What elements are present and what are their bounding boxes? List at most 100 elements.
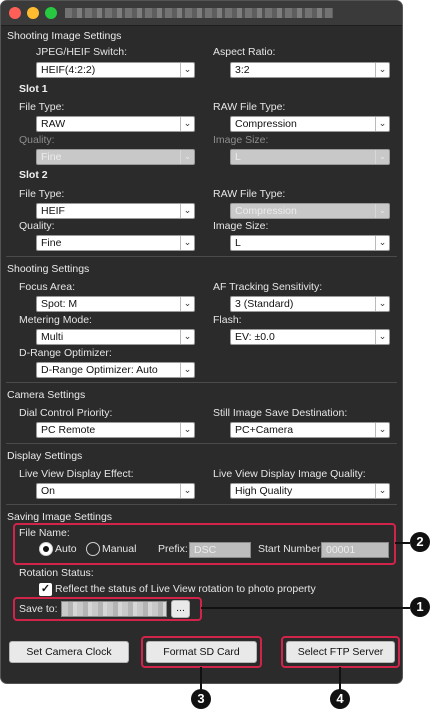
set-camera-clock-button[interactable]: Set Camera Clock bbox=[9, 641, 129, 663]
rotation-checkbox-label: Reflect the status of Live View rotation… bbox=[55, 583, 316, 595]
slot2-quality-label: Quality: bbox=[19, 220, 55, 232]
chevron-down-icon: ⌄ bbox=[180, 484, 194, 498]
chevron-down-icon: ⌄ bbox=[375, 117, 389, 131]
section-divider bbox=[6, 382, 397, 383]
rotation-status-label: Rotation Status: bbox=[19, 567, 94, 579]
callout-3-leader bbox=[200, 667, 202, 690]
af-tracking-select[interactable]: 3 (Standard) ⌄ bbox=[230, 296, 390, 312]
callout-4-badge: 4 bbox=[330, 689, 350, 709]
metering-value: Multi bbox=[41, 331, 64, 343]
slot1-raw-type-value: Compression bbox=[235, 118, 297, 130]
jpeg-heif-label: JPEG/HEIF Switch: bbox=[36, 46, 128, 58]
save-to-label: Save to: bbox=[19, 603, 58, 615]
save-destination-select[interactable]: PC+Camera ⌄ bbox=[230, 422, 390, 438]
section-divider bbox=[6, 443, 397, 444]
chevron-down-icon: ⌄ bbox=[375, 236, 389, 250]
slot2-raw-type-select: Compression ⌄ bbox=[230, 203, 390, 219]
slot2-raw-type-value: Compression bbox=[235, 205, 297, 217]
af-tracking-label: AF Tracking Sensitivity: bbox=[213, 281, 323, 293]
slot1-quality-select: Fine ⌄ bbox=[36, 149, 195, 165]
dro-select[interactable]: D-Range Optimizer: Auto ⌄ bbox=[36, 362, 195, 378]
manual-radio[interactable] bbox=[86, 542, 100, 556]
title-bar bbox=[1, 1, 402, 26]
jpeg-heif-select[interactable]: HEIF(4:2:2) ⌄ bbox=[36, 62, 195, 78]
lv-quality-select[interactable]: High Quality ⌄ bbox=[230, 483, 390, 499]
focus-area-select[interactable]: Spot: M ⌄ bbox=[36, 296, 195, 312]
chevron-down-icon: ⌄ bbox=[180, 204, 194, 218]
focus-area-value: Spot: M bbox=[41, 298, 78, 310]
callout-2-leader bbox=[395, 542, 410, 544]
chevron-down-icon: ⌄ bbox=[180, 236, 194, 250]
slot2-file-type-value: HEIF bbox=[41, 205, 65, 217]
flash-select[interactable]: EV: ±0.0 ⌄ bbox=[230, 329, 390, 345]
chevron-down-icon: ⌄ bbox=[180, 150, 194, 164]
window-title-blurred bbox=[65, 8, 333, 18]
start-number-label: Start Number: bbox=[258, 543, 324, 555]
slot2-title: Slot 2 bbox=[19, 169, 48, 181]
app-window: Shooting Image Settings JPEG/HEIF Switch… bbox=[0, 0, 403, 684]
format-sd-card-button[interactable]: Format SD Card bbox=[146, 641, 257, 663]
select-ftp-server-button[interactable]: Select FTP Server bbox=[286, 641, 395, 663]
flash-label: Flash: bbox=[213, 314, 242, 326]
lv-effect-label: Live View Display Effect: bbox=[19, 468, 134, 480]
slot1-raw-type-select[interactable]: Compression ⌄ bbox=[230, 116, 390, 132]
slot1-quality-value: Fine bbox=[41, 151, 62, 163]
chevron-down-icon: ⌄ bbox=[375, 423, 389, 437]
section-display-title: Display Settings bbox=[7, 450, 83, 462]
dro-value: D-Range Optimizer: Auto bbox=[41, 364, 158, 376]
section-saving-title: Saving Image Settings bbox=[7, 511, 113, 523]
chevron-down-icon: ⌄ bbox=[180, 63, 194, 77]
file-name-label: File Name: bbox=[19, 527, 70, 539]
prefix-label: Prefix: bbox=[158, 543, 188, 555]
slot2-quality-select[interactable]: Fine ⌄ bbox=[36, 235, 195, 251]
flash-value: EV: ±0.0 bbox=[235, 331, 275, 343]
manual-radio-label: Manual bbox=[102, 543, 137, 555]
slot2-image-size-select[interactable]: L ⌄ bbox=[230, 235, 390, 251]
chevron-down-icon: ⌄ bbox=[375, 297, 389, 311]
callout-1-badge: 1 bbox=[410, 597, 430, 617]
slot1-image-size-select: L ⌄ bbox=[230, 149, 390, 165]
close-window-button[interactable] bbox=[9, 7, 21, 19]
lv-quality-label: Live View Display Image Quality: bbox=[213, 468, 366, 480]
slot2-raw-type-label: RAW File Type: bbox=[213, 188, 286, 200]
zoom-window-button[interactable] bbox=[45, 7, 57, 19]
browse-button[interactable]: ... bbox=[171, 600, 190, 618]
slot1-file-type-value: RAW bbox=[41, 118, 66, 130]
slot1-image-size-value: L bbox=[235, 151, 241, 163]
auto-radio[interactable] bbox=[39, 542, 53, 556]
lv-effect-value: On bbox=[41, 485, 56, 497]
slot1-file-type-label: File Type: bbox=[19, 101, 65, 113]
callout-1-leader bbox=[201, 607, 410, 609]
chevron-down-icon: ⌄ bbox=[180, 117, 194, 131]
callout-4-leader bbox=[339, 667, 341, 690]
metering-label: Metering Mode: bbox=[19, 314, 92, 326]
metering-select[interactable]: Multi ⌄ bbox=[36, 329, 195, 345]
rotation-checkbox[interactable]: ✓ bbox=[39, 583, 52, 596]
slot2-quality-value: Fine bbox=[41, 237, 62, 249]
section-camera-title: Camera Settings bbox=[7, 389, 86, 401]
dial-priority-select[interactable]: PC Remote ⌄ bbox=[36, 422, 195, 438]
slot2-file-type-select[interactable]: HEIF ⌄ bbox=[36, 203, 195, 219]
chevron-down-icon: ⌄ bbox=[375, 330, 389, 344]
slot1-title: Slot 1 bbox=[19, 83, 48, 95]
slot1-raw-type-label: RAW File Type: bbox=[213, 101, 286, 113]
chevron-down-icon: ⌄ bbox=[375, 63, 389, 77]
minimize-window-button[interactable] bbox=[27, 7, 39, 19]
section-shooting-title: Shooting Settings bbox=[7, 263, 90, 275]
section-divider bbox=[6, 256, 397, 257]
slot1-file-type-select[interactable]: RAW ⌄ bbox=[36, 116, 195, 132]
chevron-down-icon: ⌄ bbox=[180, 363, 194, 377]
callout-3-badge: 3 bbox=[191, 689, 211, 709]
aspect-ratio-label: Aspect Ratio: bbox=[213, 46, 276, 58]
auto-radio-label: Auto bbox=[55, 543, 77, 555]
dial-priority-value: PC Remote bbox=[41, 424, 96, 436]
lv-effect-select[interactable]: On ⌄ bbox=[36, 483, 195, 499]
start-number-field[interactable]: 00001 bbox=[321, 542, 389, 558]
aspect-ratio-select[interactable]: 3:2 ⌄ bbox=[230, 62, 390, 78]
dro-label: D-Range Optimizer: bbox=[19, 347, 112, 359]
af-tracking-value: 3 (Standard) bbox=[235, 298, 294, 310]
slot1-image-size-label: Image Size: bbox=[213, 134, 269, 146]
slot2-image-size-value: L bbox=[235, 237, 241, 249]
slot1-quality-label: Quality: bbox=[19, 134, 55, 146]
prefix-field[interactable]: DSC bbox=[189, 542, 251, 558]
